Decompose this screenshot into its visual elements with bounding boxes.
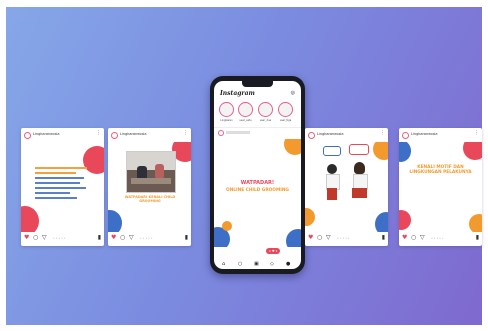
character-girl-skirt [352, 188, 367, 198]
comment-icon[interactable]: ○ [33, 235, 38, 241]
decor-orange-blob [469, 214, 482, 232]
heart-icon[interactable]: ♥ [24, 235, 29, 241]
decor-red-blob [463, 142, 482, 160]
avatar[interactable] [218, 130, 224, 136]
story-label: user_dua [259, 119, 272, 122]
story-label: Lingkaran [220, 119, 233, 122]
home-icon[interactable]: ⌂ [222, 261, 225, 267]
post-actions: ♥ ○ ▽ • • • • • ▮ [399, 232, 482, 246]
post-actions: ♥ ○ ▽ • • • • • ▮ [21, 232, 104, 246]
post-username[interactable] [226, 131, 250, 134]
notification-badge[interactable]: 1 ♥ 1 [266, 248, 281, 254]
avatar[interactable] [308, 132, 315, 139]
decor-orange-blob [222, 221, 232, 231]
post-card-4[interactable]: Lingkaraneosia ⋮ KENALI MOTIF DAN LINGKU… [399, 128, 482, 246]
profile-icon[interactable]: ● [286, 261, 290, 267]
post-photo [126, 151, 176, 193]
phone-notch [242, 81, 273, 87]
decor-orange-blob [284, 139, 301, 155]
decor-orange-blob [305, 208, 315, 226]
decor-red-blob [399, 210, 411, 230]
post-header: Lingkaraneosia ⋮ [108, 128, 191, 142]
phone-mockup: Instagram ◎ Lingkaran user_satu user_dua… [210, 76, 305, 274]
story-avatar[interactable] [238, 102, 253, 117]
bookmark-icon[interactable]: ▮ [476, 235, 479, 241]
avatar[interactable] [111, 132, 118, 139]
story-label: user_tiga [279, 119, 292, 122]
more-options-icon[interactable]: ⋮ [183, 130, 188, 136]
carousel-dots: • • • • • [140, 236, 153, 240]
comment-icon[interactable]: ○ [411, 235, 416, 241]
post-card-1[interactable]: Lingkaraneosia ⋮ ♥ ○ ▽ • • • • • ▮ [21, 128, 104, 246]
story-avatar[interactable] [219, 102, 234, 117]
post-username[interactable]: Lingkaraneosia [120, 132, 147, 136]
share-icon[interactable]: ▽ [42, 235, 47, 241]
post-caption-text: KENALI MOTIF DAN LINGKUNGAN PELAKUNYA [409, 165, 472, 175]
post-image [21, 142, 104, 232]
promo-background: Lingkaraneosia ⋮ ♥ ○ ▽ • • • • • ▮ Lingk… [6, 7, 482, 325]
character-boy-head [327, 164, 337, 174]
bookmark-icon[interactable]: ▮ [185, 235, 188, 241]
decor-blue-blob [375, 212, 388, 232]
carousel-dots: • • • • • [53, 236, 66, 240]
post-card-2[interactable]: Lingkaraneosia ⋮ WATPADAR! KENALI CHILD … [108, 128, 191, 246]
story-label: user_satu [239, 119, 252, 122]
post-image: WATPADAR! KENALI CHILD GROOMING [108, 142, 191, 232]
avatar[interactable] [24, 132, 31, 139]
post-image [305, 142, 388, 232]
post-text-block [35, 164, 93, 202]
post-header: Lingkaraneosia ⋮ [21, 128, 104, 142]
decor-orange-blob [373, 142, 388, 160]
post-title-line2: ONLINE CHILD GROOMING [226, 188, 289, 193]
post-actions: ♥ ○ ▽ • • • • • ▮ [305, 232, 388, 246]
more-options-icon[interactable]: ⋮ [474, 130, 479, 136]
post-header: Lingkaraneosia ⋮ [399, 128, 482, 142]
more-options-icon[interactable]: ⋮ [96, 130, 101, 136]
search-icon[interactable]: ○ [238, 261, 242, 267]
speech-bubble [349, 144, 369, 155]
post-actions: ♥ ○ ▽ • • • • • ▮ [108, 232, 191, 246]
post-image: KENALI MOTIF DAN LINGKUNGAN PELAKUNYA [399, 142, 482, 232]
app-title: Instagram [220, 90, 255, 97]
messenger-icon[interactable]: ◎ [291, 90, 295, 96]
heart-icon[interactable]: ♥ [402, 235, 407, 241]
heart-icon[interactable]: ♥ [308, 235, 313, 241]
carousel-dots: • • • • • [337, 236, 350, 240]
avatar[interactable] [402, 132, 409, 139]
bookmark-icon[interactable]: ▮ [98, 235, 101, 241]
post-username[interactable]: Lingkaraneosia [317, 132, 344, 136]
decor-blue-blob [286, 229, 301, 247]
feed-post-image: WATPADAR! ONLINE CHILD GROOMING [214, 139, 301, 247]
decor-red-blob [21, 206, 39, 232]
comment-icon[interactable]: ○ [317, 235, 322, 241]
story-avatar[interactable] [258, 102, 273, 117]
heart-icon[interactable]: ♥ [111, 235, 116, 241]
story-avatar[interactable] [278, 102, 293, 117]
character-boy-shorts [327, 188, 337, 200]
shop-icon[interactable]: ◇ [270, 261, 274, 267]
character-girl-head [354, 162, 365, 174]
decor-blue-blob [399, 142, 411, 162]
speech-bubble [323, 146, 341, 156]
post-card-3[interactable]: Lingkaraneosia ⋮ ♥ ○ ▽ • • • • • ▮ [305, 128, 388, 246]
share-icon[interactable]: ▽ [129, 235, 134, 241]
post-header: Lingkaraneosia ⋮ [305, 128, 388, 142]
post-caption-text: WATPADAR! KENALI CHILD GROOMING [124, 195, 176, 203]
carousel-dots: • • • • • [431, 236, 444, 240]
share-icon[interactable]: ▽ [326, 235, 331, 241]
decor-blue-blob [108, 210, 122, 232]
post-username[interactable]: Lingkaraneosia [33, 132, 60, 136]
phone-screen: Instagram ◎ Lingkaran user_satu user_dua… [214, 81, 301, 269]
share-icon[interactable]: ▽ [420, 235, 425, 241]
bookmark-icon[interactable]: ▮ [382, 235, 385, 241]
more-options-icon[interactable]: ⋮ [380, 130, 385, 136]
post-username[interactable]: Lingkaraneosia [411, 132, 438, 136]
reels-icon[interactable]: ▣ [254, 261, 259, 267]
post-title-line1: WATPADAR! [240, 180, 275, 186]
comment-icon[interactable]: ○ [120, 235, 125, 241]
